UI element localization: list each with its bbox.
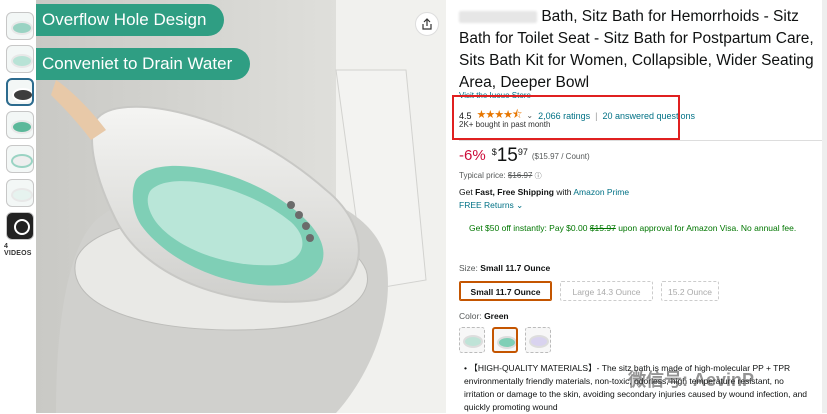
color-swatch-3[interactable] [525,327,551,353]
shipping-info: Get Fast, Free Shipping with Amazon Prim… [459,187,629,197]
color-selected: Green [484,311,509,321]
product-title: Bath, Sitz Bath for Hemorrhoids - Sitz B… [459,8,814,91]
main-product-image[interactable]: Overflow Hole Design Conveniet to Drain … [36,0,446,413]
discount-percent: -6% [459,147,486,164]
offer-strike-price: $15.97 [589,223,616,233]
size-option-small[interactable]: Small 11.7 Ounce [459,281,552,301]
bullet-icon: • [464,363,467,373]
amazon-prime-link[interactable]: Amazon Prime [573,187,629,197]
share-icon [422,18,432,30]
size-label: Size: Small 11.7 Ounce [459,263,551,273]
thumbnail-5[interactable] [6,145,34,173]
size-option-15-2[interactable]: 15.2 Ounce [661,281,719,301]
price-per-unit: ($15.97 / Count) [531,152,590,161]
price-row: -6% $ 15 97 ($15.97 / Count) [459,146,590,168]
typical-price-value: $16.97 [507,171,533,180]
play-icon [14,219,30,235]
info-icon[interactable]: ⓘ [535,173,542,180]
feature-banner-drain: Conveniet to Drain Water [36,48,251,80]
product-details: Bath, Sitz Bath for Hemorrhoids - Sitz B… [452,0,824,413]
color-swatch-green[interactable] [492,327,518,353]
shipping-prefix: Get [459,187,473,197]
size-selected: Small 11.7 Ounce [480,263,551,273]
typical-price: Typical price: $16.97 ⓘ [459,171,542,181]
offer-text-1: Get $50 off instantly: Pay $0.00 [469,223,588,233]
size-option-large[interactable]: Large 14.3 Ounce [560,281,653,301]
watermark: 微信号: AevinP [628,370,755,390]
credit-card-offer[interactable]: Get $50 off instantly: Pay $0.00 $15.97 … [469,222,814,235]
redacted-brand [459,10,537,23]
video-thumbnail[interactable] [6,212,34,240]
thumbnail-2[interactable] [6,45,34,73]
color-label: Color: Green [459,311,509,321]
thumbnail-6[interactable] [6,179,34,207]
thumbnail-1[interactable] [6,12,34,40]
scrollbar[interactable] [822,0,827,413]
typical-price-label: Typical price: [459,171,506,180]
shipping-with: with [556,187,572,197]
thumbnail-4[interactable] [6,111,34,139]
thumbnail-strip: 4 VIDEOS [0,0,36,413]
price-fraction: 97 [517,147,528,157]
feature-banner-overflow: Overflow Hole Design [36,4,225,36]
price-whole: 15 [496,145,518,166]
share-button[interactable] [415,12,439,36]
rating-highlight-box [452,95,680,140]
thumbnail-3[interactable] [6,78,34,106]
shipping-fast-free: Fast, Free Shipping [475,187,554,197]
color-swatch-1[interactable] [459,327,485,353]
video-count-label: 4 VIDEOS [4,243,32,257]
divider [459,140,824,141]
free-returns-link[interactable]: FREE Returns ⌄ [459,200,523,211]
offer-text-2: upon approval for Amazon Visa. No annual… [618,223,797,233]
